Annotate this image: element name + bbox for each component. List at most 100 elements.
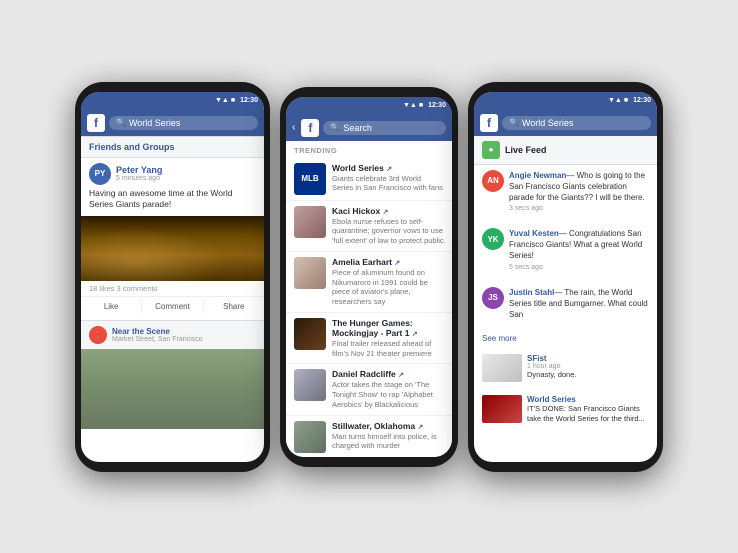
post-time: 5 minutes ago <box>116 175 256 182</box>
sfist-name: SFist <box>527 354 649 363</box>
trend-desc-worldseries: Giants celebrate 3rd World Series in San… <box>332 174 444 194</box>
trend-content-daniel: Daniel Radcliffe ↗ Actor takes the stage… <box>332 369 444 409</box>
fb-logo-right: f <box>480 114 498 132</box>
post-image-crowd <box>81 216 264 281</box>
fb-header-right: f 🔍 World Series <box>474 110 657 136</box>
trend-content-hunger: The Hunger Games: Mockingjay - Part 1 ↗ … <box>332 318 444 359</box>
fb-logo-left: f <box>87 114 105 132</box>
post-name: Peter Yang <box>116 165 256 175</box>
avatar-initials-yuval: YK <box>487 235 498 244</box>
trend-title-kaci: Kaci Hickox ↗ <box>332 206 444 216</box>
trend-link-icon: ↗ <box>386 166 392 173</box>
trend-item-kaci[interactable]: Kaci Hickox ↗ Ebola nurse refuses to sel… <box>286 201 452 252</box>
wsdone-text: IT'S DONE: San Francisco Giants take the… <box>527 404 649 424</box>
section-header-left: Friends and Groups <box>81 136 264 158</box>
phone-right: ▼▲ ■ 12:30 f 🔍 World Series ● Live Feed <box>468 82 663 472</box>
trend-thumb-daniel <box>294 369 326 401</box>
trend-title-amelia: Amelia Earhart ↗ <box>332 257 444 267</box>
status-bar-middle: ▼▲ ■ 12:30 <box>286 97 452 115</box>
search-box-middle[interactable]: 🔍 Search <box>323 121 446 135</box>
status-time-left: 12:30 <box>240 97 258 104</box>
trending-list: MLB World Series ↗ Giants celebrate 3rd … <box>286 158 452 457</box>
trend-item-daniel[interactable]: Daniel Radcliffe ↗ Actor takes the stage… <box>286 364 452 415</box>
wifi-icon-r: ■ <box>624 97 628 104</box>
trend-thumb-mlb: MLB <box>294 163 326 195</box>
trend-title-worldseries: World Series ↗ <box>332 163 444 173</box>
sfist-thumb <box>482 354 522 382</box>
phone-left: ▼▲ ■ 12:30 f 🔍 World Series Friends and … <box>75 82 270 472</box>
near-pin-icon: 📍 <box>93 331 103 340</box>
wifi-icon: ■ <box>231 97 235 104</box>
signal-icon-m: ▼▲ <box>403 102 417 109</box>
post-image <box>81 216 264 281</box>
sfist-text: Dynasty, done. <box>527 370 649 380</box>
trend-thumb-stillwater <box>294 421 326 453</box>
trend-item-worldseries[interactable]: MLB World Series ↗ Giants celebrate 3rd … <box>286 158 452 201</box>
post-actions: Like Comment Share <box>81 297 264 316</box>
see-more-button[interactable]: See more <box>474 331 657 346</box>
live-post-time-yuval: 5 secs ago <box>509 264 649 271</box>
avatar-initials-peter: PY <box>95 169 106 178</box>
avatar-yuval: YK <box>482 228 504 250</box>
search-placeholder-middle: Search <box>343 123 372 133</box>
trend-item-hunger[interactable]: The Hunger Games: Mockingjay - Part 1 ↗ … <box>286 313 452 365</box>
search-box-right[interactable]: 🔍 World Series <box>502 116 651 130</box>
trend-item-amelia[interactable]: Amelia Earhart ↗ Piece of aluminum found… <box>286 252 452 313</box>
fb-letter-m: f <box>308 122 312 134</box>
trend-thumb-kaci <box>294 206 326 238</box>
wsdone-content: World Series IT'S DONE: San Francisco Gi… <box>527 395 649 424</box>
avatar-peter: PY <box>89 163 111 185</box>
search-icon-right: 🔍 <box>509 118 519 127</box>
live-feed-header: ● Live Feed <box>474 136 657 165</box>
trend-content-stillwater: Stillwater, Oklahoma ↗ Man turns himself… <box>332 421 444 452</box>
search-box-left[interactable]: 🔍 World Series <box>109 116 258 130</box>
status-time-middle: 12:30 <box>428 102 446 109</box>
near-scene-image <box>81 349 264 429</box>
search-query-left: World Series <box>129 118 180 128</box>
near-icon: 📍 <box>89 326 107 344</box>
back-arrow-middle[interactable]: ‹ <box>292 122 295 133</box>
trend-desc-kaci: Ebola nurse refuses to self-quarantine; … <box>332 217 444 246</box>
sfist-content: SFist 1 hour ago Dynasty, done. <box>527 354 649 380</box>
live-post-time-angie: 3 secs ago <box>509 205 649 212</box>
trend-desc-amelia: Piece of aluminum found on Nikumaroro in… <box>332 268 444 307</box>
comment-button[interactable]: Comment <box>142 300 203 313</box>
fb-letter: f <box>94 117 98 129</box>
avatar-justin: JS <box>482 287 504 309</box>
trend-desc-stillwater: Man turns himself into police, is charge… <box>332 432 444 452</box>
live-icon: ● <box>482 141 500 159</box>
avatar-angie: AN <box>482 170 504 192</box>
live-post-name-yuval: Yuval Kesten <box>509 229 559 238</box>
live-post-meta-justin: Justin Stahl— The rain, the World Series… <box>509 287 649 321</box>
phone-right-screen: ▼▲ ■ 12:30 f 🔍 World Series ● Live Feed <box>474 92 657 462</box>
near-scene-sub: Market Street, San Francisco <box>112 336 203 343</box>
wifi-icon-m: ■ <box>419 102 423 109</box>
live-thumb-post-sfist[interactable]: SFist 1 hour ago Dynasty, done. <box>474 349 657 387</box>
phone-middle-screen: ▼▲ ■ 12:30 ‹ f 🔍 Search TRENDING <box>286 97 452 457</box>
search-query-right: World Series <box>522 118 573 128</box>
avatar-initials-angie: AN <box>487 176 499 185</box>
trend-item-stillwater[interactable]: Stillwater, Oklahoma ↗ Man turns himself… <box>286 416 452 457</box>
live-post-meta-angie: Angie Newman— Who is going to the San Fr… <box>509 170 649 213</box>
live-post-angie: AN Angie Newman— Who is going to the San… <box>474 165 657 221</box>
search-icon-middle: 🔍 <box>330 123 340 132</box>
sfist-time: 1 hour ago <box>527 363 649 370</box>
status-bar-right: ▼▲ ■ 12:30 <box>474 92 657 110</box>
search-icon-left: 🔍 <box>116 118 126 127</box>
trend-title-hunger: The Hunger Games: Mockingjay - Part 1 ↗ <box>332 318 444 338</box>
live-thumb-post-wsdone[interactable]: World Series IT'S DONE: San Francisco Gi… <box>474 390 657 429</box>
phone-left-screen: ▼▲ ■ 12:30 f 🔍 World Series Friends and … <box>81 92 264 462</box>
status-icons-right: ▼▲ ■ 12:30 <box>608 97 651 104</box>
live-post-header-angie: AN Angie Newman— Who is going to the San… <box>482 170 649 213</box>
share-button[interactable]: Share <box>204 300 264 313</box>
live-post-text-yuval: Yuval Kesten— Congratulations San Franci… <box>509 228 649 262</box>
near-scene-label: Near the Scene <box>112 327 203 336</box>
post-meta: Peter Yang 5 minutes ago <box>116 165 256 182</box>
post-card: PY Peter Yang 5 minutes ago Having an aw… <box>81 158 264 317</box>
trend-content-amelia: Amelia Earhart ↗ Piece of aluminum found… <box>332 257 444 307</box>
like-button[interactable]: Like <box>81 300 142 313</box>
trend-thumb-hunger <box>294 318 326 350</box>
status-time-right: 12:30 <box>633 97 651 104</box>
trend-content-kaci: Kaci Hickox ↗ Ebola nurse refuses to sel… <box>332 206 444 246</box>
fb-letter-r: f <box>487 117 491 129</box>
